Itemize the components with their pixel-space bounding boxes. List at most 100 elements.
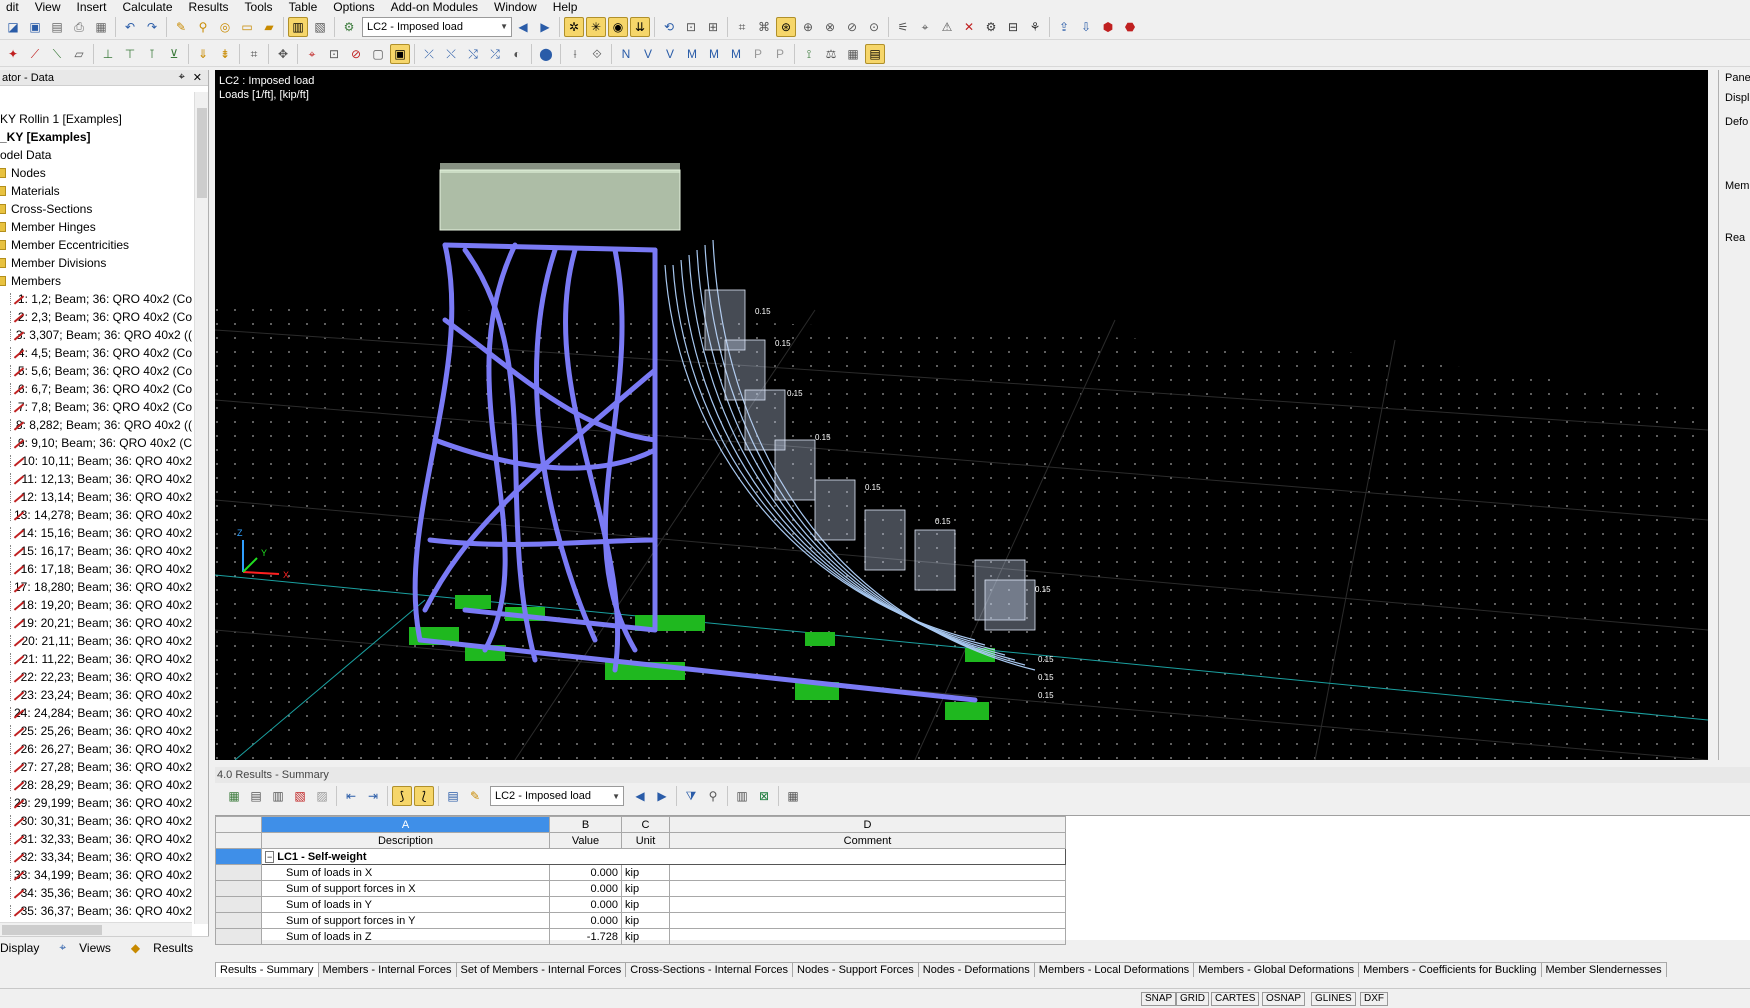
columns-icon[interactable]: ▥ — [732, 786, 752, 806]
table-view-icon[interactable]: ▥ — [288, 16, 308, 37]
row-header-cell[interactable] — [215, 864, 262, 881]
view-filter-icon[interactable]: ⊙ — [864, 17, 884, 37]
results-tab[interactable]: Nodes - Deformations — [917, 962, 1035, 977]
row-header-cell[interactable] — [215, 912, 262, 929]
panel-icon[interactable]: ▧ — [310, 17, 330, 37]
tree-member-item[interactable]: 12: 13,14; Beam; 36: QRO 40x2 — [0, 488, 192, 506]
tree-member-item[interactable]: 7: 7,8; Beam; 36: QRO 40x2 (Co — [0, 398, 192, 416]
group-row[interactable]: − LC1 - Self-weight — [215, 848, 1066, 865]
axis-x-icon[interactable]: ⤫ — [419, 44, 439, 64]
tree-member-item[interactable]: 32: 33,34; Beam; 36: QRO 40x2 — [0, 848, 192, 866]
results-tab[interactable]: Members - Internal Forces — [317, 962, 457, 977]
tree-member-item[interactable]: 31: 32,33; Beam; 36: QRO 40x2 — [0, 830, 192, 848]
gear-icon[interactable]: ⚙ — [981, 17, 1001, 37]
report-icon[interactable]: ⬣ — [1120, 17, 1140, 37]
corner-cell[interactable] — [215, 816, 262, 833]
menu-results[interactable]: Results — [183, 1, 239, 13]
internal-force-n-icon[interactable]: N — [616, 44, 636, 64]
tree-member-item[interactable]: 35: 36,37; Beam; 36: QRO 40x2 — [0, 902, 192, 920]
export-icon[interactable]: ⇪ — [1054, 17, 1074, 37]
scale-icon[interactable]: ⚖ — [821, 44, 841, 64]
tree-project[interactable]: KY Rollin 1 [Examples] — [0, 110, 192, 128]
column-header-a[interactable]: A — [261, 816, 550, 833]
status-snap[interactable]: SNAP — [1141, 992, 1177, 1006]
table-prev-icon[interactable]: ⇤ — [341, 786, 361, 806]
node-icon[interactable]: ✦ — [3, 44, 23, 64]
link-icon[interactable]: ⚘ — [1025, 17, 1045, 37]
results-tab[interactable]: Cross-Sections - Internal Forces — [625, 962, 794, 977]
tree-member-item[interactable]: 24: 24,284; Beam; 36: QRO 40x2 — [0, 704, 192, 722]
menu-options[interactable]: Options — [327, 1, 384, 13]
tree-member-item[interactable]: 14: 15,16; Beam; 36: QRO 40x2 — [0, 524, 192, 542]
menu-view[interactable]: View — [29, 1, 71, 13]
lock-icon[interactable]: ⊟ — [1003, 17, 1023, 37]
column-header-d[interactable]: D — [669, 816, 1066, 833]
row-header-cell[interactable] — [215, 848, 262, 865]
show-deformation-icon[interactable]: ◉ — [608, 16, 628, 37]
view-section-icon[interactable]: ⊘ — [842, 17, 862, 37]
tree-member-item[interactable]: 8: 8,282; Beam; 36: QRO 40x2 (( — [0, 416, 192, 434]
internal-force-vz-icon[interactable]: V — [660, 44, 680, 64]
table-row[interactable]: Sum of loads in X 0.000 kip — [215, 864, 1066, 881]
filter-icon[interactable]: ⧩ — [681, 786, 701, 806]
view-render-icon[interactable]: ⊛ — [776, 16, 796, 37]
results-tab[interactable]: Member Slendernesses — [1540, 962, 1667, 977]
annotation-icon[interactable]: ⟐ — [587, 44, 607, 64]
folder-icon[interactable]: ▰ — [259, 17, 279, 37]
next-loadcase-icon[interactable]: ▶ — [535, 17, 555, 37]
tree-member-item[interactable]: 10: 10,11; Beam; 36: QRO 40x2 — [0, 452, 192, 470]
row-header-cell[interactable] — [215, 880, 262, 897]
rotate-view-icon[interactable]: ⟲ — [659, 17, 679, 37]
zoom-window-icon[interactable]: ⊡ — [681, 17, 701, 37]
menu-table[interactable]: Table — [283, 1, 328, 13]
select-icon[interactable]: ⌖ — [302, 44, 322, 64]
eccentricity-icon[interactable]: ⊻ — [164, 44, 184, 64]
table-sort-icon[interactable]: ▥ — [268, 786, 288, 806]
tree-member-item[interactable]: 29: 29,199; Beam; 36: QRO 40x2 — [0, 794, 192, 812]
tree-member-item[interactable]: 30: 30,31; Beam; 36: QRO 40x2 — [0, 812, 192, 830]
open-icon[interactable]: ▤ — [47, 17, 67, 37]
tab-display[interactable]: Display — [0, 941, 49, 955]
line-icon[interactable]: ⟋ — [25, 44, 45, 64]
tree-member-item[interactable]: 9: 9,10; Beam; 36: QRO 40x2 (C — [0, 434, 192, 452]
tab-views[interactable]: ⌖ Views — [59, 940, 121, 955]
column-header-c[interactable]: C — [621, 816, 670, 833]
tree-member-item[interactable]: 26: 26,27; Beam; 36: QRO 40x2 — [0, 740, 192, 758]
table-settings-icon[interactable]: ▨ — [312, 786, 332, 806]
menu-calculate[interactable]: Calculate — [117, 1, 183, 13]
tree-folder[interactable]: Nodes — [0, 164, 192, 182]
zoom-all-icon[interactable]: ⊞ — [703, 17, 723, 37]
tree-member-item[interactable]: 16: 17,18; Beam; 36: QRO 40x2 — [0, 560, 192, 578]
scrollbar-thumb[interactable] — [197, 108, 207, 198]
previous-loadcase-icon[interactable]: ◀ — [513, 17, 533, 37]
tree-model[interactable]: _KY [Examples] — [0, 128, 192, 146]
view-grid-icon[interactable]: ⌘ — [754, 17, 774, 37]
results-loadcase-combo[interactable]: LC2 - Imposed load ▼ — [490, 786, 624, 806]
edit-icon[interactable]: ✎ — [171, 17, 191, 37]
tree-member-item[interactable]: 20: 21,11; Beam; 36: QRO 40x2 — [0, 632, 192, 650]
table-highlight-icon[interactable]: ⟆ — [392, 786, 412, 806]
tree-member-item[interactable]: 33: 34,199; Beam; 36: QRO 40x2 — [0, 866, 192, 884]
results-tab[interactable]: Set of Members - Internal Forces — [455, 962, 627, 977]
table-filter-icon[interactable]: ▤ — [246, 786, 266, 806]
tree-member-item[interactable]: 6: 6,7; Beam; 36: QRO 40x2 (Co — [0, 380, 192, 398]
results-tab[interactable]: Members - Local Deformations — [1033, 962, 1195, 977]
table-edit-icon[interactable]: ✎ — [465, 786, 485, 806]
internal-force-mz-icon[interactable]: M — [726, 44, 746, 64]
status-grid[interactable]: GRID — [1176, 992, 1209, 1006]
status-cartes[interactable]: CARTES — [1211, 992, 1260, 1006]
load-icon[interactable]: ⇓ — [193, 44, 213, 64]
internal-force-my-icon[interactable]: M — [704, 44, 724, 64]
support-force-py-icon[interactable]: P — [748, 44, 768, 64]
tree-member-item[interactable]: 3: 3,307; Beam; 36: QRO 40x2 (( — [0, 326, 192, 344]
tree-member-item[interactable]: 21: 11,22; Beam; 36: QRO 40x2 — [0, 650, 192, 668]
loadcase-combo[interactable]: LC2 - Imposed load ▼ — [362, 16, 512, 37]
tree-member-item[interactable]: 28: 28,29; Beam; 36: QRO 40x2 — [0, 776, 192, 794]
tree-member-item[interactable]: 5: 5,6; Beam; 36: QRO 40x2 (Co — [0, 362, 192, 380]
results-tab[interactable]: Members - Coefficients for Buckling — [1358, 962, 1542, 977]
release-icon[interactable]: ⊺ — [142, 44, 162, 64]
print-preview-icon[interactable]: ▦ — [91, 17, 111, 37]
menu-edit[interactable]: dit — [0, 1, 29, 13]
tree-member-item[interactable]: 34: 35,36; Beam; 36: QRO 40x2 — [0, 884, 192, 902]
previous-loadcase-icon[interactable]: ◀ — [630, 786, 650, 806]
